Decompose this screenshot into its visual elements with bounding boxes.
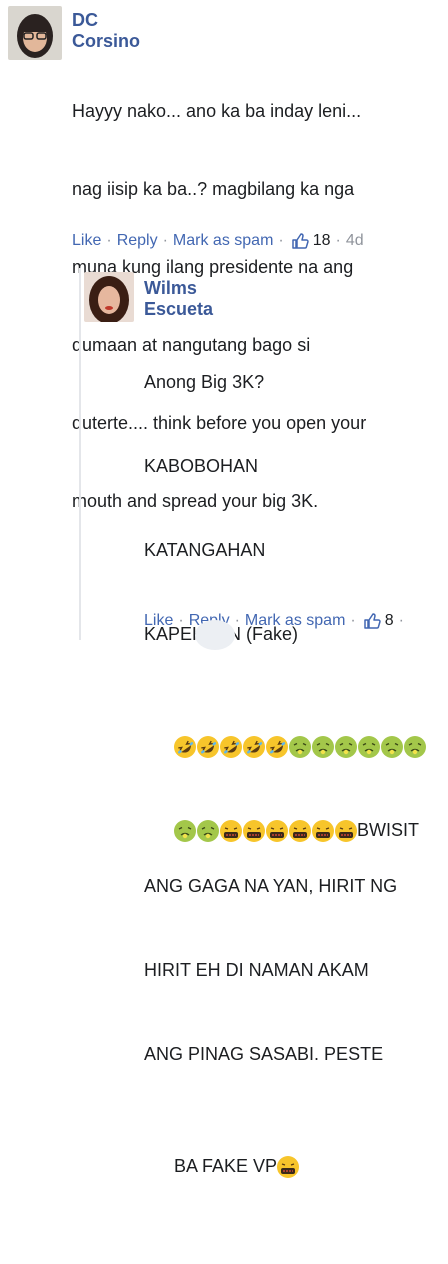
cursing-face-emoji bbox=[277, 1156, 300, 1179]
avatar[interactable] bbox=[84, 272, 134, 322]
reply-thread-line bbox=[79, 268, 81, 640]
emoji-text-line: BWISIT bbox=[144, 788, 444, 843]
thumbs-up-icon[interactable] bbox=[363, 612, 381, 630]
comment-actions: Like · Reply · Mark as spam · 18 · 4d bbox=[72, 232, 364, 250]
reply-line: BA FAKE VP bbox=[174, 1156, 278, 1176]
nauseated-face-emoji bbox=[381, 736, 404, 759]
emoji-row bbox=[277, 1156, 300, 1179]
emoji-row bbox=[174, 736, 427, 759]
next-avatar-peek bbox=[195, 620, 235, 650]
reaction-count[interactable]: 18 bbox=[313, 232, 331, 250]
mark-as-spam-button[interactable]: Mark as spam bbox=[173, 232, 273, 250]
reply-line: Anong Big 3K? bbox=[144, 372, 265, 392]
reply-text: Anong Big 3K? KABOBOHAN KATANGAHAN KAPEK… bbox=[144, 312, 444, 1264]
cursing-face-emoji bbox=[220, 820, 243, 843]
cursing-face-emoji bbox=[243, 820, 266, 843]
cursing-face-emoji bbox=[312, 820, 335, 843]
like-button[interactable]: Like bbox=[72, 232, 101, 250]
reply-line: HIRIT EH DI NAMAN AKAM bbox=[144, 960, 369, 980]
nauseated-face-emoji bbox=[358, 736, 381, 759]
rolling-laughing-emoji bbox=[197, 736, 220, 759]
separator-dot: · bbox=[106, 232, 112, 249]
nauseated-face-emoji bbox=[289, 736, 312, 759]
emoji-row bbox=[174, 820, 358, 843]
comment-line: nag iisip ka ba..? magbilang ka nga bbox=[72, 179, 355, 199]
reply-actions: Like · Reply · Mark as spam · 8 · bbox=[144, 612, 409, 630]
reply-line: ANG PINAG SASABI. PESTE bbox=[144, 1044, 384, 1064]
separator-dot: · bbox=[350, 612, 356, 629]
separator-dot: · bbox=[335, 232, 341, 249]
rolling-laughing-emoji bbox=[266, 736, 289, 759]
reaction-count[interactable]: 8 bbox=[385, 612, 394, 630]
nauseated-face-emoji bbox=[174, 820, 197, 843]
cursing-face-emoji bbox=[289, 820, 312, 843]
avatar[interactable] bbox=[8, 6, 62, 60]
timestamp[interactable]: 4d bbox=[346, 232, 364, 250]
separator-dot: · bbox=[398, 612, 404, 629]
reply-last-line: BA FAKE VP bbox=[144, 1124, 444, 1208]
reply-line: BWISIT bbox=[357, 820, 420, 840]
nauseated-face-emoji bbox=[335, 736, 358, 759]
separator-dot: · bbox=[178, 612, 184, 629]
mark-as-spam-button[interactable]: Mark as spam bbox=[245, 612, 345, 630]
reply-button[interactable]: Reply bbox=[117, 232, 158, 250]
reply-line: ANG GAGA NA YAN, HIRIT NG bbox=[144, 876, 398, 896]
reply-line: KATANGAHAN bbox=[144, 540, 266, 560]
rolling-laughing-emoji bbox=[220, 736, 243, 759]
separator-dot: · bbox=[162, 232, 168, 249]
thumbs-up-icon[interactable] bbox=[291, 232, 309, 250]
emoji-line bbox=[144, 704, 444, 759]
cursing-face-emoji bbox=[335, 820, 358, 843]
rolling-laughing-emoji bbox=[174, 736, 197, 759]
rolling-laughing-emoji bbox=[243, 736, 266, 759]
cursing-face-emoji bbox=[266, 820, 289, 843]
nauseated-face-emoji bbox=[197, 820, 220, 843]
comment-line: Hayyy nako... ano ka ba inday leni... bbox=[72, 101, 362, 121]
nauseated-face-emoji bbox=[312, 736, 335, 759]
like-button[interactable]: Like bbox=[144, 612, 173, 630]
separator-dot: · bbox=[278, 232, 284, 249]
nauseated-face-emoji bbox=[404, 736, 427, 759]
reply-line: KABOBOHAN bbox=[144, 456, 259, 476]
separator-dot: · bbox=[234, 612, 240, 629]
